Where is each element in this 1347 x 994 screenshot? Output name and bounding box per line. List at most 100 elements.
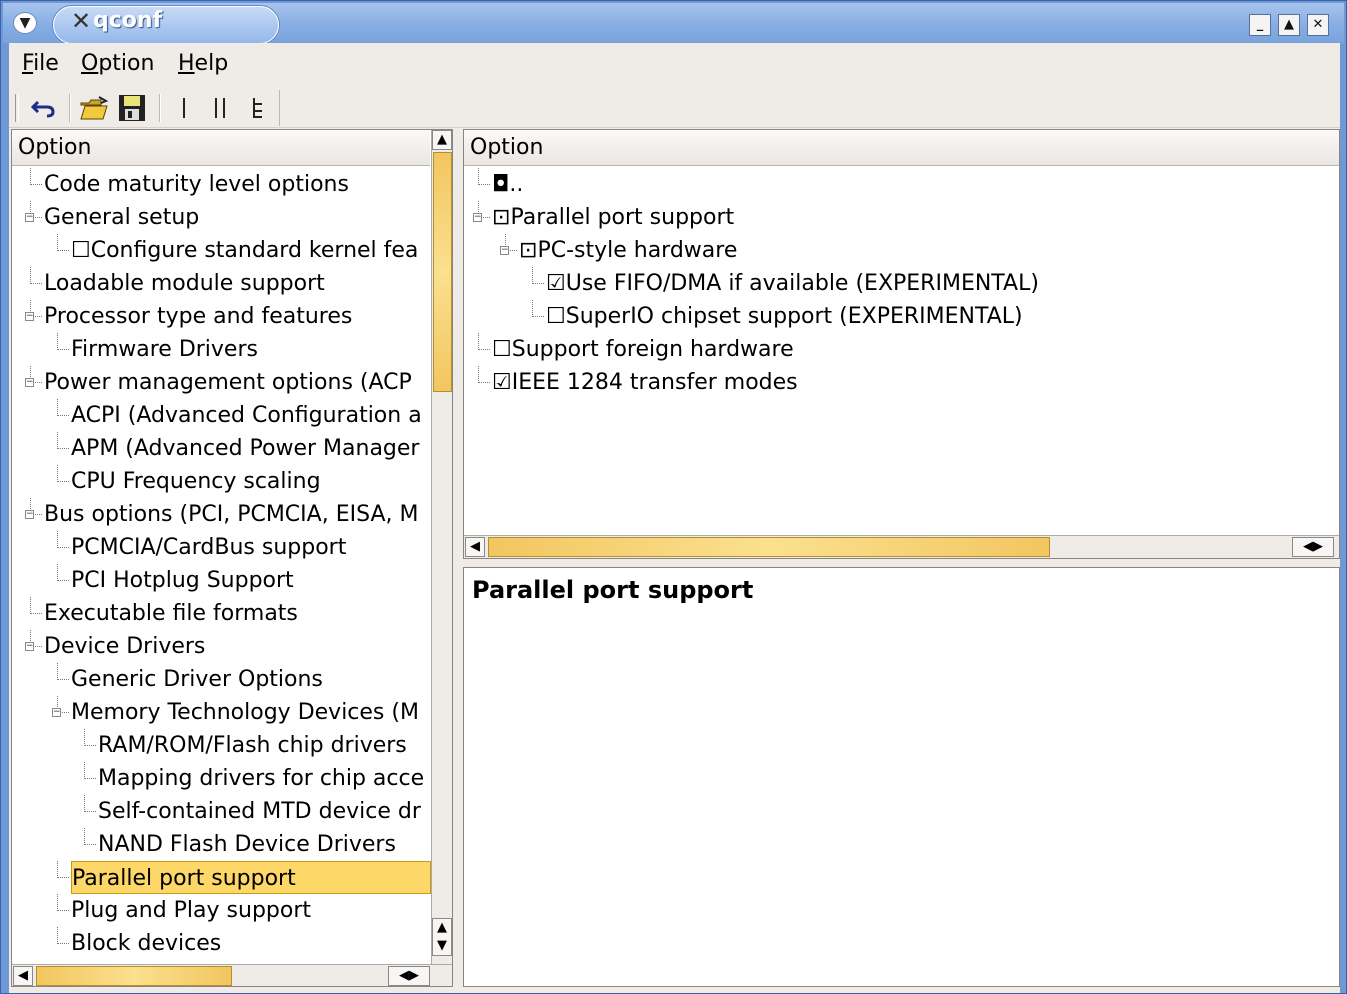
menu-tree-item[interactable]: Device Drivers	[44, 630, 205, 663]
menu-tree-item[interactable]: Bus options (PCI, PCMCIA, EISA, M	[44, 498, 418, 531]
menu-tree-item[interactable]: Power management options (ACP	[44, 366, 412, 399]
maximize-button[interactable]: ▲	[1278, 14, 1300, 36]
collapse-toggle-icon[interactable]: −	[52, 708, 61, 717]
collapse-toggle-icon[interactable]: −	[25, 510, 34, 519]
right-column-header[interactable]: Option	[464, 130, 1339, 166]
config-option-row[interactable]: ⊡Parallel port support	[492, 201, 734, 234]
menu-tree-item[interactable]: General setup	[44, 201, 199, 234]
left-vertical-scroll-thumb[interactable]	[433, 152, 452, 392]
menu-tree-item[interactable]: Block devices	[71, 927, 221, 960]
option-state-icon[interactable]: ☐	[546, 304, 566, 329]
scroll-left-button[interactable]: ◀	[13, 966, 33, 986]
collapse-toggle-icon[interactable]: −	[473, 213, 482, 222]
scroll-leftright-button[interactable]: ◀▶	[388, 966, 430, 986]
open-button[interactable]	[77, 92, 111, 124]
menu-tree-item[interactable]: NAND Flash Device Drivers	[98, 828, 396, 861]
menu-tree-item[interactable]: APM (Advanced Power Manager	[71, 432, 419, 465]
menu-tree-item[interactable]: ☐Configure standard kernel fea	[71, 234, 418, 267]
tree-connector	[532, 283, 544, 284]
single-view-icon	[183, 98, 185, 118]
arrow-up-icon: ▲	[437, 132, 447, 147]
close-button[interactable]: ✕	[1307, 14, 1329, 36]
menu-tree-item-label: Firmware Drivers	[71, 337, 258, 362]
menu-tree-item[interactable]: Executable file formats	[44, 597, 298, 630]
left-horizontal-scroll-thumb[interactable]	[36, 966, 232, 986]
tree-connector	[84, 729, 85, 746]
left-vertical-scrollbar[interactable]: ▲ ▲ ▼	[431, 130, 452, 964]
menu-tree-item[interactable]: Mapping drivers for chip acce	[98, 762, 424, 795]
minimize-icon: _	[1256, 17, 1264, 32]
config-option-row[interactable]: ☐Support foreign hardware	[492, 333, 794, 366]
option-state-icon[interactable]: ⊡	[492, 205, 510, 230]
toolbar-grip[interactable]	[15, 94, 19, 122]
tree-connector	[84, 762, 85, 779]
tree-connector	[57, 448, 69, 449]
config-option-row[interactable]: ⊡PC-style hardware	[519, 234, 737, 267]
config-option-row[interactable]: ☐SuperIO chipset support (EXPERIMENTAL)	[546, 300, 1023, 333]
scroll-left-button[interactable]: ◀	[465, 537, 485, 557]
menu-option[interactable]: Option	[81, 51, 154, 76]
minimize-button[interactable]: _	[1249, 14, 1271, 36]
tree-connector	[532, 267, 533, 284]
save-button[interactable]	[115, 92, 149, 124]
config-option-row[interactable]: ◘..	[492, 168, 523, 201]
menu-tree-item[interactable]: Loadable module support	[44, 267, 325, 300]
option-state-icon[interactable]: ☐	[492, 337, 512, 362]
option-state-icon[interactable]: ◘	[492, 172, 509, 197]
menu-tree-item[interactable]: RAM/ROM/Flash chip drivers	[98, 729, 407, 762]
menu-tree-item[interactable]: Firmware Drivers	[71, 333, 258, 366]
window-frame: ▼ ✕ qconf _ ▲ ✕ File Option Help Option …	[0, 0, 1347, 994]
full-view-button[interactable]	[241, 92, 275, 124]
right-horizontal-scrollbar[interactable]: ◀ ◀▶	[464, 535, 1339, 558]
split-view-button[interactable]	[203, 92, 237, 124]
single-view-button[interactable]	[167, 92, 201, 124]
menu-tree-item[interactable]: Generic Driver Options	[71, 663, 323, 696]
tree-connector	[30, 613, 42, 614]
collapse-toggle-icon[interactable]: −	[25, 642, 34, 651]
menu-tree-item[interactable]: PCI Hotplug Support	[71, 564, 294, 597]
menu-tree-item[interactable]: Parallel port support	[71, 861, 431, 894]
collapse-toggle-icon[interactable]: −	[25, 213, 34, 222]
config-option-row[interactable]: ☑IEEE 1284 transfer modes	[492, 366, 798, 399]
right-horizontal-scroll-thumb[interactable]	[488, 537, 1050, 557]
menu-tree-item-label: Mapping drivers for chip acce	[98, 766, 425, 791]
collapse-toggle-icon[interactable]: −	[25, 312, 34, 321]
menu-tree-item[interactable]: Code maturity level options	[44, 168, 349, 201]
tree-connector	[478, 184, 490, 185]
config-list-pane: Option ◘.. − ⊡Parallel port support − ⊡PC-st…	[463, 129, 1340, 559]
tree-connector	[57, 564, 58, 581]
scroll-leftright-button[interactable]: ◀▶	[1292, 537, 1334, 557]
tree-connector	[57, 234, 58, 251]
left-column-header[interactable]: Option	[12, 130, 430, 166]
option-state-icon[interactable]: ⊡	[519, 238, 537, 263]
menu-tree-item[interactable]: PCMCIA/CardBus support	[71, 531, 346, 564]
scroll-up-button[interactable]: ▲	[432, 130, 452, 150]
tree-connector	[532, 300, 533, 317]
option-state-icon[interactable]: ☑	[546, 271, 566, 296]
collapse-toggle-icon[interactable]: −	[25, 378, 34, 387]
option-state-icon[interactable]: ☑	[492, 370, 512, 395]
menu-tree-item[interactable]: ACPI (Advanced Configuration a	[71, 399, 422, 432]
menu-tree-item-label: Device Drivers	[44, 634, 206, 659]
window-menu-button[interactable]: ▼	[13, 12, 37, 34]
menu-tree-item[interactable]: Memory Technology Devices (M	[71, 696, 419, 729]
tree-connector	[84, 778, 96, 779]
tree-connector	[84, 795, 85, 812]
menu-tree-item-label: NAND Flash Device Drivers	[98, 832, 396, 857]
scroll-updown-button[interactable]: ▲ ▼	[432, 918, 452, 956]
collapse-toggle-icon[interactable]: −	[500, 246, 509, 255]
menu-help[interactable]: Help	[178, 51, 228, 76]
left-horizontal-scrollbar[interactable]: ◀ ◀▶	[12, 964, 452, 986]
menu-tree-item-label: Power management options (ACP	[44, 370, 412, 395]
config-option-row-label: PC-style hardware	[537, 238, 738, 263]
config-option-row[interactable]: ☑Use FIFO/DMA if available (EXPERIMENTAL…	[546, 267, 1039, 300]
title-bar[interactable]: ▼ ✕ qconf _ ▲ ✕	[3, 3, 1344, 44]
back-button[interactable]	[27, 92, 61, 124]
horizontal-splitter[interactable]	[467, 559, 1340, 567]
menu-tree-item[interactable]: Self-contained MTD device dr	[98, 795, 421, 828]
menu-tree-item[interactable]: Plug and Play support	[71, 894, 311, 927]
menu-tree-item[interactable]: Processor type and features	[44, 300, 352, 333]
menu-file[interactable]: File	[22, 51, 59, 76]
menu-tree-item[interactable]: CPU Frequency scaling	[71, 465, 321, 498]
menu-tree-item-label: RAM/ROM/Flash chip drivers	[98, 733, 407, 758]
